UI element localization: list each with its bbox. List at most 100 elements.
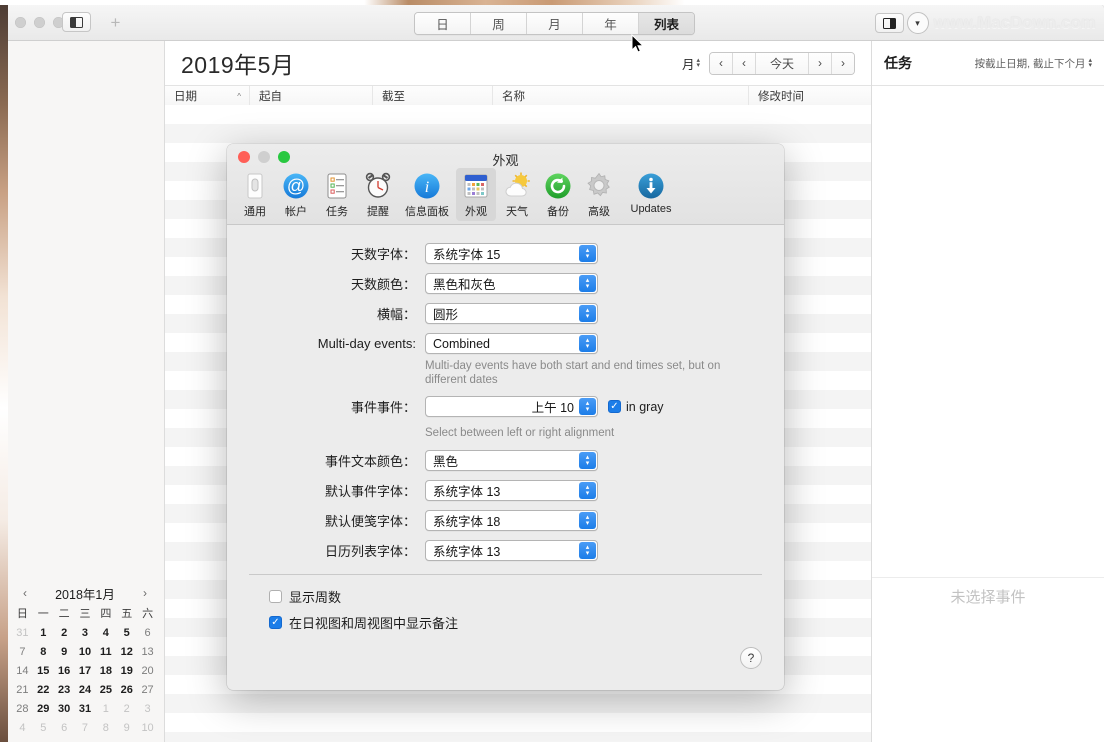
- in-gray-checkbox[interactable]: ✓ in gray: [608, 400, 664, 414]
- mini-calendar-day[interactable]: 2: [116, 701, 137, 718]
- mini-calendar-next-button[interactable]: ›: [138, 586, 152, 600]
- mini-calendar-day[interactable]: 25: [95, 682, 116, 699]
- mini-calendar-day[interactable]: 4: [95, 625, 116, 642]
- help-button[interactable]: ?: [740, 647, 762, 669]
- stepper-icon[interactable]: ▴ ▾: [579, 512, 596, 529]
- banner-shape-popup[interactable]: 圆形 ▴ ▾: [425, 303, 598, 324]
- close-button[interactable]: [15, 17, 26, 28]
- mini-calendar-day[interactable]: 14: [12, 663, 33, 680]
- column-header-name[interactable]: 名称: [493, 86, 749, 106]
- task-sort-popup-button[interactable]: 按截止日期, 截止下个月 ▴ ▾: [975, 56, 1092, 71]
- preferences-tab-天气[interactable]: 天气: [497, 168, 537, 221]
- mini-calendar-day[interactable]: 3: [75, 625, 96, 642]
- mini-calendar-day[interactable]: 2: [54, 625, 75, 642]
- in-gray-checkbox-box[interactable]: ✓: [608, 400, 621, 413]
- mini-calendar-day[interactable]: 31: [12, 625, 33, 642]
- show-notes-in-day-week-view-checkbox-box[interactable]: ✓: [269, 616, 282, 629]
- view-segment-day[interactable]: 日: [415, 13, 471, 34]
- show-week-numbers-checkbox[interactable]: 显示周数: [269, 587, 784, 606]
- show-week-numbers-checkbox-box[interactable]: [269, 590, 282, 603]
- mini-calendar-day[interactable]: 15: [33, 663, 54, 680]
- preferences-tab-高级[interactable]: 高级: [579, 168, 619, 221]
- mini-calendar-day[interactable]: 31: [75, 701, 96, 718]
- mini-calendar-day[interactable]: 10: [75, 644, 96, 661]
- sidebar-toggle-left-button[interactable]: [62, 12, 91, 32]
- mini-calendar-day[interactable]: 10: [137, 720, 158, 737]
- mini-calendar-day[interactable]: 9: [54, 644, 75, 661]
- mini-calendar-day[interactable]: 7: [75, 720, 96, 737]
- column-header-modified[interactable]: 修改时间: [749, 86, 871, 106]
- mini-calendar-day[interactable]: 3: [137, 701, 158, 718]
- stepper-icon[interactable]: ▴ ▾: [579, 482, 596, 499]
- mini-calendar-day[interactable]: 17: [75, 663, 96, 680]
- mini-calendar-day[interactable]: 6: [137, 625, 158, 642]
- mini-calendar-day[interactable]: 5: [116, 625, 137, 642]
- view-segment-list[interactable]: 列表: [639, 13, 694, 34]
- preferences-tab-备份[interactable]: 备份: [538, 168, 578, 221]
- preferences-tab-提醒[interactable]: 提醒: [358, 168, 398, 221]
- mini-calendar-day[interactable]: 7: [12, 644, 33, 661]
- show-notes-in-day-week-view-checkbox[interactable]: ✓ 在日视图和周视图中显示备注: [269, 613, 784, 632]
- event-text-color-popup[interactable]: 黑色 ▴ ▾: [425, 450, 598, 471]
- mini-calendar-day[interactable]: 27: [137, 682, 158, 699]
- nav-prev-button[interactable]: ‹: [733, 52, 756, 74]
- mini-calendar-day[interactable]: 11: [95, 644, 116, 661]
- mini-calendar-prev-button[interactable]: ‹: [18, 586, 32, 600]
- stepper-icon[interactable]: ▴ ▾: [579, 305, 596, 322]
- mini-calendar-day[interactable]: 30: [54, 701, 75, 718]
- mini-calendar-day[interactable]: 18: [95, 663, 116, 680]
- preferences-tab-信息面板[interactable]: i 信息面板: [399, 168, 455, 221]
- mini-calendar-day[interactable]: 6: [54, 720, 75, 737]
- stepper-icon[interactable]: ▴ ▾: [579, 275, 596, 292]
- mini-calendar-day[interactable]: 9: [116, 720, 137, 737]
- date-nav-buttons[interactable]: ‹ ‹ 今天 › ›: [709, 51, 855, 75]
- mini-calendar-day[interactable]: 26: [116, 682, 137, 699]
- mini-calendar-day[interactable]: 4: [12, 720, 33, 737]
- chevron-down-icon[interactable]: ▾: [906, 12, 929, 34]
- mini-calendar-day[interactable]: 1: [33, 625, 54, 642]
- mini-calendar-day[interactable]: 8: [33, 644, 54, 661]
- calendar-list-font-popup[interactable]: 系统字体 13 ▴ ▾: [425, 540, 598, 561]
- mini-calendar-day[interactable]: 21: [12, 682, 33, 699]
- scale-popup-button[interactable]: 月 ▴ ▾: [682, 54, 700, 73]
- mini-calendar-day[interactable]: 24: [75, 682, 96, 699]
- stepper-icon[interactable]: ▴ ▾: [579, 335, 596, 352]
- add-event-button[interactable]: +: [101, 12, 130, 32]
- day-number-font-popup[interactable]: 系统字体 15 ▴ ▾: [425, 243, 598, 264]
- column-header-to[interactable]: 截至: [373, 86, 493, 106]
- default-event-font-popup[interactable]: 系统字体 13 ▴ ▾: [425, 480, 598, 501]
- minimize-button[interactable]: [34, 17, 45, 28]
- stepper-icon[interactable]: ▴ ▾: [579, 542, 596, 559]
- preferences-tab-Updates[interactable]: Updates: [620, 168, 682, 221]
- default-note-font-popup[interactable]: 系统字体 18 ▴ ▾: [425, 510, 598, 531]
- mini-calendar-day[interactable]: 8: [95, 720, 116, 737]
- event-time-field[interactable]: 上午 10 ▴ ▾: [425, 396, 598, 417]
- column-header-from[interactable]: 起自: [250, 86, 373, 106]
- mini-calendar-day[interactable]: 16: [54, 663, 75, 680]
- preferences-tab-外观[interactable]: 外观: [456, 168, 496, 221]
- nav-next-button[interactable]: ›: [809, 52, 832, 74]
- view-segment-month[interactable]: 月: [527, 13, 583, 34]
- mini-calendar-day[interactable]: 13: [137, 644, 158, 661]
- mini-calendar-day[interactable]: 19: [116, 663, 137, 680]
- mini-calendar-day[interactable]: 20: [137, 663, 158, 680]
- sidebar-toggle-right-button[interactable]: [874, 13, 904, 33]
- mini-calendar-day[interactable]: 12: [116, 644, 137, 661]
- mini-calendar-day[interactable]: 22: [33, 682, 54, 699]
- view-segment-week[interactable]: 周: [471, 13, 527, 34]
- nav-next-fast-button[interactable]: ›: [832, 52, 854, 74]
- stepper-icon[interactable]: ▴ ▾: [579, 245, 596, 262]
- stepper-icon[interactable]: ▴ ▾: [579, 452, 596, 469]
- nav-prev-fast-button[interactable]: ‹: [710, 52, 733, 74]
- mini-calendar-day[interactable]: 29: [33, 701, 54, 718]
- day-number-color-popup[interactable]: 黑色和灰色 ▴ ▾: [425, 273, 598, 294]
- column-header-date[interactable]: 日期 ^: [165, 86, 250, 106]
- preferences-tab-帐户[interactable]: @ 帐户: [276, 168, 316, 221]
- mini-calendar-day[interactable]: 1: [95, 701, 116, 718]
- mini-calendar-day[interactable]: 23: [54, 682, 75, 699]
- view-segmented-control[interactable]: 日 周 月 年 列表: [414, 12, 695, 35]
- nav-today-button[interactable]: 今天: [756, 52, 809, 74]
- mini-calendar-day[interactable]: 28: [12, 701, 33, 718]
- multi-day-events-popup[interactable]: Combined ▴ ▾: [425, 333, 598, 354]
- view-segment-year[interactable]: 年: [583, 13, 639, 34]
